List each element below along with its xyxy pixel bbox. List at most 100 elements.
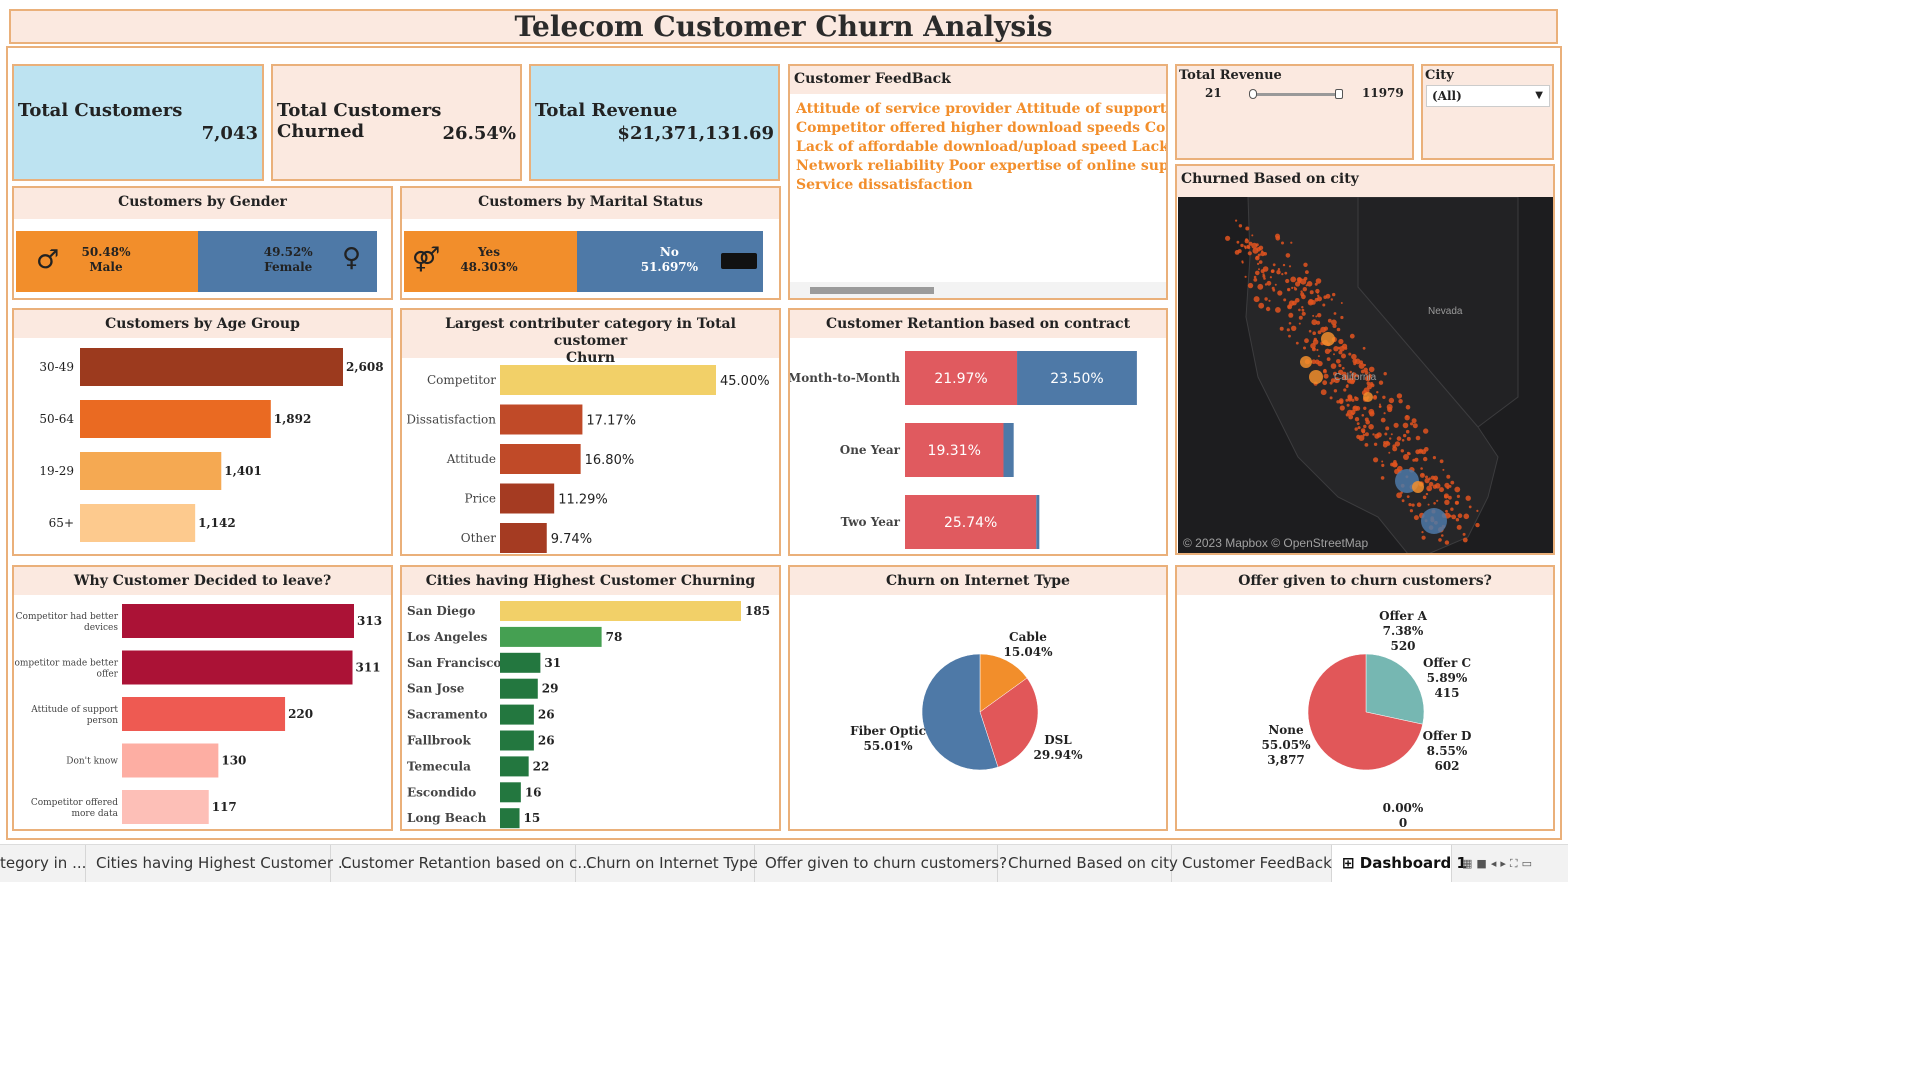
city-marker[interactable] bbox=[1343, 388, 1347, 392]
city-marker[interactable] bbox=[1258, 302, 1265, 309]
gender-bar[interactable]: ♂ 50.48% Male 49.52% Female ♀ bbox=[16, 231, 377, 292]
city-marker[interactable] bbox=[1251, 234, 1254, 237]
city-marker[interactable] bbox=[1255, 256, 1259, 259]
city-marker[interactable] bbox=[1225, 235, 1231, 241]
city-marker[interactable] bbox=[1324, 348, 1331, 354]
city-marker[interactable] bbox=[1266, 280, 1272, 286]
city-marker[interactable] bbox=[1302, 287, 1307, 292]
present-icon[interactable]: ▭ bbox=[1522, 857, 1536, 870]
city-marker[interactable] bbox=[1354, 417, 1360, 422]
city-bar[interactable] bbox=[500, 756, 529, 777]
city-marker[interactable] bbox=[1326, 357, 1331, 361]
city-marker[interactable] bbox=[1425, 492, 1429, 496]
city-marker[interactable] bbox=[1314, 359, 1320, 365]
city-marker[interactable] bbox=[1383, 372, 1387, 376]
city-marker[interactable] bbox=[1421, 535, 1426, 540]
city-marker[interactable] bbox=[1317, 355, 1320, 358]
internet-pie-chart[interactable]: Cable15.04% DSL29.94% Fiber Optic55.01% bbox=[790, 595, 1166, 829]
city-marker[interactable] bbox=[1475, 522, 1480, 528]
city-marker[interactable] bbox=[1288, 334, 1291, 338]
city-marker[interactable] bbox=[1331, 319, 1337, 326]
revenue-slider-min-handle[interactable] bbox=[1249, 89, 1257, 99]
city-marker[interactable] bbox=[1405, 415, 1409, 418]
city-bar[interactable] bbox=[500, 782, 521, 803]
marital-panel[interactable]: Customers by Marital Status ⚤ Yes 48.303… bbox=[400, 186, 781, 300]
city-marker[interactable] bbox=[1456, 524, 1462, 530]
city-marker[interactable] bbox=[1323, 373, 1329, 379]
reason-bar[interactable] bbox=[122, 604, 354, 638]
city-marker[interactable] bbox=[1364, 443, 1369, 447]
city-marker[interactable] bbox=[1241, 260, 1244, 263]
city-marker[interactable] bbox=[1403, 454, 1409, 460]
category-bar[interactable] bbox=[500, 404, 583, 435]
prev-icon[interactable]: ◂ bbox=[1491, 857, 1501, 870]
city-marker[interactable] bbox=[1456, 494, 1460, 498]
city-marker[interactable] bbox=[1301, 311, 1306, 316]
tab-map[interactable]: Churned Based on city bbox=[998, 845, 1178, 882]
revenue-range-filter[interactable]: Total Revenue 21 11979 bbox=[1175, 64, 1414, 160]
feedback-word-line[interactable]: Lack of affordable download/upload speed… bbox=[796, 138, 1166, 157]
city-marker[interactable] bbox=[1442, 468, 1445, 471]
city-marker[interactable] bbox=[1441, 534, 1444, 537]
city-marker[interactable] bbox=[1346, 403, 1350, 407]
city-marker[interactable] bbox=[1245, 238, 1248, 241]
city-marker[interactable] bbox=[1290, 276, 1297, 283]
city-marker[interactable] bbox=[1373, 442, 1378, 446]
city-marker[interactable] bbox=[1312, 347, 1315, 350]
category-bar[interactable] bbox=[500, 523, 547, 553]
city-marker[interactable] bbox=[1338, 338, 1344, 345]
offers-panel[interactable]: Offer given to churn customers? Offer A7… bbox=[1175, 565, 1555, 831]
city-marker[interactable] bbox=[1317, 313, 1322, 318]
city-marker[interactable] bbox=[1415, 449, 1421, 455]
city-marker[interactable] bbox=[1315, 315, 1318, 318]
city-marker[interactable] bbox=[1237, 249, 1242, 254]
city-marker[interactable] bbox=[1451, 514, 1457, 520]
reason-bar[interactable] bbox=[122, 650, 353, 685]
city-marker[interactable] bbox=[1301, 308, 1305, 312]
city-marker-large[interactable] bbox=[1363, 392, 1373, 402]
city-marker[interactable] bbox=[1389, 437, 1392, 440]
tab-feedback[interactable]: Customer FeedBack bbox=[1172, 845, 1332, 882]
city-marker[interactable] bbox=[1376, 432, 1382, 438]
city-marker[interactable] bbox=[1304, 338, 1309, 344]
city-marker[interactable] bbox=[1402, 422, 1409, 429]
city-marker[interactable] bbox=[1439, 459, 1444, 464]
city-marker[interactable] bbox=[1268, 299, 1271, 302]
city-marker[interactable] bbox=[1287, 288, 1290, 291]
city-marker[interactable] bbox=[1253, 278, 1258, 282]
city-marker[interactable] bbox=[1346, 409, 1353, 416]
city-marker[interactable] bbox=[1444, 499, 1450, 505]
city-marker[interactable] bbox=[1403, 433, 1407, 438]
tab-internet[interactable]: Churn on Internet Type bbox=[576, 845, 758, 882]
city-marker[interactable] bbox=[1295, 341, 1299, 345]
age-bar[interactable] bbox=[80, 452, 222, 490]
city-marker[interactable] bbox=[1381, 463, 1385, 467]
city-marker[interactable] bbox=[1286, 328, 1290, 332]
city-marker[interactable] bbox=[1246, 245, 1251, 250]
city-marker[interactable] bbox=[1445, 509, 1448, 513]
city-dropdown[interactable]: (All) ▼ bbox=[1426, 85, 1550, 107]
reason-bar[interactable] bbox=[122, 790, 209, 824]
churn-category-panel[interactable]: Largest contributer category in Total cu… bbox=[400, 308, 781, 556]
city-marker[interactable] bbox=[1262, 266, 1269, 272]
city-marker[interactable] bbox=[1238, 224, 1243, 228]
city-marker[interactable] bbox=[1274, 283, 1277, 286]
city-marker[interactable] bbox=[1393, 460, 1397, 464]
city-marker[interactable] bbox=[1401, 439, 1405, 442]
city-marker[interactable] bbox=[1314, 297, 1319, 302]
city-marker[interactable] bbox=[1408, 503, 1412, 507]
city-marker[interactable] bbox=[1265, 306, 1271, 312]
city-marker[interactable] bbox=[1315, 288, 1320, 294]
city-marker[interactable] bbox=[1284, 271, 1288, 275]
city-marker[interactable] bbox=[1277, 268, 1281, 271]
reason-bar[interactable] bbox=[122, 697, 286, 731]
city-marker[interactable] bbox=[1275, 307, 1281, 313]
city-marker[interactable] bbox=[1363, 424, 1367, 429]
city-marker[interactable] bbox=[1400, 449, 1404, 453]
city-marker[interactable] bbox=[1279, 326, 1284, 331]
city-marker[interactable] bbox=[1382, 395, 1386, 399]
category-chart[interactable]: Competitor 45.00% Dissatisfaction 17.17% Att… bbox=[402, 358, 779, 554]
city-marker[interactable] bbox=[1362, 346, 1366, 350]
feedback-word-line[interactable]: Attitude of service provider Attitude of… bbox=[796, 100, 1166, 119]
city-marker[interactable] bbox=[1427, 488, 1430, 491]
